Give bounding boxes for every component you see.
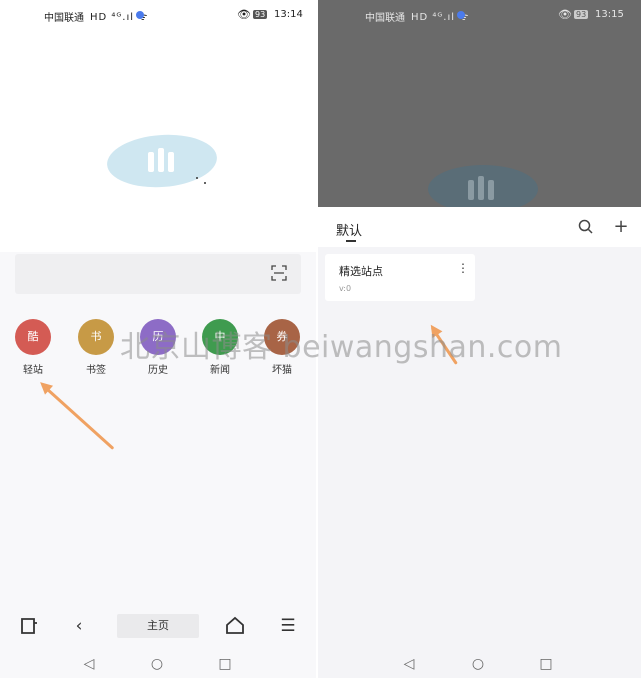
clock: 13:15: [595, 9, 624, 20]
bookmark-icon: 书: [78, 319, 114, 355]
multi-window-icon[interactable]: [18, 614, 42, 638]
system-nav-bar: ◁ ○ □: [0, 652, 316, 678]
nav-recents-icon[interactable]: □: [217, 656, 233, 672]
home-icon[interactable]: [223, 614, 247, 638]
sheet-header: 默认 +: [318, 207, 641, 247]
scan-icon[interactable]: [271, 265, 287, 281]
battery-icon: 93: [574, 10, 589, 19]
nav-recents-icon[interactable]: □: [538, 656, 554, 672]
search-bar[interactable]: [15, 254, 301, 294]
status-bar: 中国联通 HD ⁴ᴳ.ıl ᯤ 👁 93 13:14: [0, 0, 316, 30]
system-nav-bar: ◁ ○ □: [318, 652, 641, 678]
eye-icon: 👁: [237, 8, 251, 21]
bottom-toolbar: ‹ 主页 ☰: [0, 608, 316, 644]
clock: 13:14: [274, 9, 303, 20]
nav-back-icon[interactable]: ◁: [401, 656, 417, 672]
logo-bars-icon: [466, 176, 500, 202]
battery-icon: 93: [253, 10, 268, 19]
add-icon[interactable]: +: [611, 217, 631, 237]
watermark: 北京山博客 beiwangshan.com: [120, 330, 563, 365]
logo-eye-icon: [204, 182, 206, 184]
carrier-label: 中国联通: [365, 13, 405, 24]
nav-home-icon[interactable]: ○: [149, 656, 165, 672]
quick-link-bookmarks[interactable]: 书 书签: [76, 319, 116, 376]
nav-home-icon[interactable]: ○: [470, 656, 486, 672]
home-tab-button[interactable]: 主页: [117, 614, 199, 638]
light-site-icon: 酷: [15, 319, 51, 355]
more-vertical-icon[interactable]: ⋮: [457, 262, 469, 276]
card-title: 精选站点: [339, 265, 383, 278]
eye-icon: 👁: [558, 8, 572, 21]
tab-indicator: [346, 240, 356, 242]
card-subtitle: v:0: [339, 284, 352, 293]
logo-eye-icon: [196, 177, 198, 179]
carrier-label: 中国联通: [44, 13, 84, 24]
status-bar: 中国联通 HD ⁴ᴳ.ıl ᯤ 👁 93 13:15: [318, 0, 641, 30]
site-card[interactable]: 精选站点 v:0 ⋮: [325, 254, 475, 301]
nav-back-icon[interactable]: ◁: [81, 656, 97, 672]
logo-bars-icon: [146, 148, 180, 174]
search-icon[interactable]: [576, 217, 596, 237]
menu-icon[interactable]: ☰: [276, 614, 300, 638]
quick-link-light-site[interactable]: 酷 轻站: [13, 319, 53, 376]
back-arrow-icon[interactable]: ‹: [67, 614, 91, 638]
quick-link-label: 轻站: [23, 365, 43, 376]
tab-default[interactable]: 默认: [336, 220, 362, 239]
app-notification-icon: [136, 11, 144, 19]
annotation-arrow: [36, 377, 115, 450]
app-notification-icon: [457, 11, 465, 19]
quick-link-label: 书签: [86, 365, 106, 376]
